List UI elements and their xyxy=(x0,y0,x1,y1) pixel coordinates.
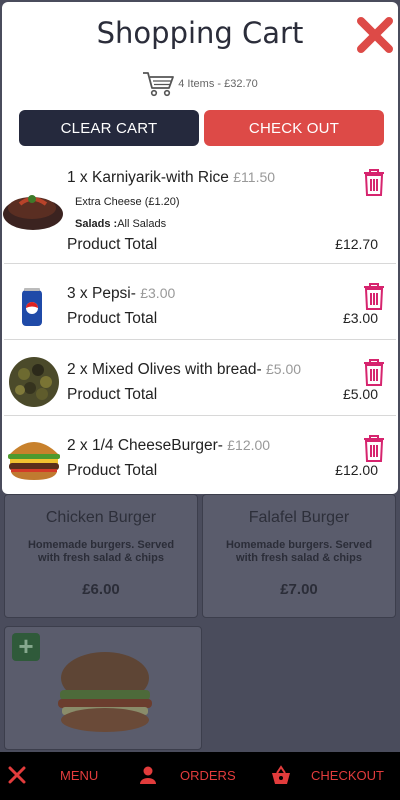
product-card-falafel-burger[interactable]: Falafel Burger Homemade burgers. Served … xyxy=(202,494,396,618)
cart-item: 2 x Mixed Olives with bread- £5.00 Produ… xyxy=(2,340,398,416)
item-unit-price: £11.50 xyxy=(233,169,276,185)
item-name: 1 x Karniyarik-with Rice £11.50 xyxy=(67,169,276,186)
olives-image xyxy=(9,357,59,407)
item-extra: Extra Cheese (£1.20) xyxy=(75,196,180,208)
karniyarik-image xyxy=(3,195,63,230)
clear-cart-button[interactable]: CLEAR CART xyxy=(19,110,199,146)
trash-icon[interactable] xyxy=(362,168,386,196)
product-price: £6.00 xyxy=(82,581,120,598)
product-total-value: £5.00 xyxy=(342,386,378,402)
nav-orders-label: ORDERS xyxy=(180,767,236,783)
shopping-cart-modal: Shopping Cart 4 Items - £32.70 CLEAR CAR… xyxy=(2,2,398,494)
cart-item: 3 x Pepsi- £3.00 Product Total £3.00 xyxy=(2,264,398,340)
cart-summary-text: 4 Items - £32.70 xyxy=(178,78,258,90)
product-price: £7.00 xyxy=(280,581,318,598)
trash-icon[interactable] xyxy=(362,282,386,310)
product-total-label: Product Total xyxy=(67,386,158,403)
item-name: 2 x 1/4 CheeseBurger- £12.00 xyxy=(67,437,271,454)
bottom-navigation: MENU ORDERS CHECKOUT xyxy=(0,752,400,800)
product-total-label: Product Total xyxy=(67,462,158,479)
cart-item: 1 x Karniyarik-with Rice £11.50 Extra Ch… xyxy=(2,154,398,264)
product-total-value: £12.00 xyxy=(335,462,378,478)
trash-icon[interactable] xyxy=(362,358,386,386)
checkout-button[interactable]: CHECK OUT xyxy=(204,110,384,146)
product-total-label: Product Total xyxy=(67,310,158,327)
item-unit-price: £12.00 xyxy=(227,437,271,453)
basket-icon xyxy=(272,765,290,784)
product-name: Falafel Burger xyxy=(248,509,350,526)
cheeseburger-image xyxy=(8,442,60,480)
product-card-chicken-burger[interactable]: Chicken Burger Homemade burgers. Served … xyxy=(4,494,198,618)
cart-summary: 4 Items - £32.70 xyxy=(2,70,398,98)
product-total-label: Product Total xyxy=(67,236,158,253)
item-name: 3 x Pepsi- £3.00 xyxy=(67,285,176,302)
nav-checkout[interactable]: CHECKOUT xyxy=(271,765,384,785)
cart-icon xyxy=(143,72,175,97)
user-icon xyxy=(140,766,156,784)
nav-menu-label: MENU xyxy=(60,767,99,783)
product-description: Homemade burgers. Served with fresh sala… xyxy=(27,539,175,564)
pepsi-can-image xyxy=(22,288,42,326)
product-description: Homemade burgers. Served with fresh sala… xyxy=(225,539,373,564)
cart-item: 2 x 1/4 CheeseBurger- £12.00 Product Tot… xyxy=(2,416,398,494)
cart-title: Shopping Cart xyxy=(96,16,304,50)
product-total-value: £3.00 xyxy=(342,310,378,326)
utensils-icon xyxy=(8,766,26,784)
item-unit-price: £3.00 xyxy=(140,285,176,301)
item-name: 2 x Mixed Olives with bread- £5.00 xyxy=(67,361,302,378)
product-name: Chicken Burger xyxy=(45,509,157,526)
trash-icon[interactable] xyxy=(362,434,386,462)
item-unit-price: £5.00 xyxy=(266,361,302,377)
burger-image xyxy=(58,652,152,732)
nav-menu[interactable]: MENU xyxy=(8,766,98,784)
close-icon[interactable] xyxy=(356,16,394,54)
item-salads: Salads :All Salads xyxy=(75,218,167,230)
nav-orders[interactable]: ORDERS xyxy=(140,766,236,784)
product-total-value: £12.70 xyxy=(335,236,378,252)
nav-checkout-label: CHECKOUT xyxy=(311,767,384,783)
add-icon[interactable]: + xyxy=(12,633,40,661)
